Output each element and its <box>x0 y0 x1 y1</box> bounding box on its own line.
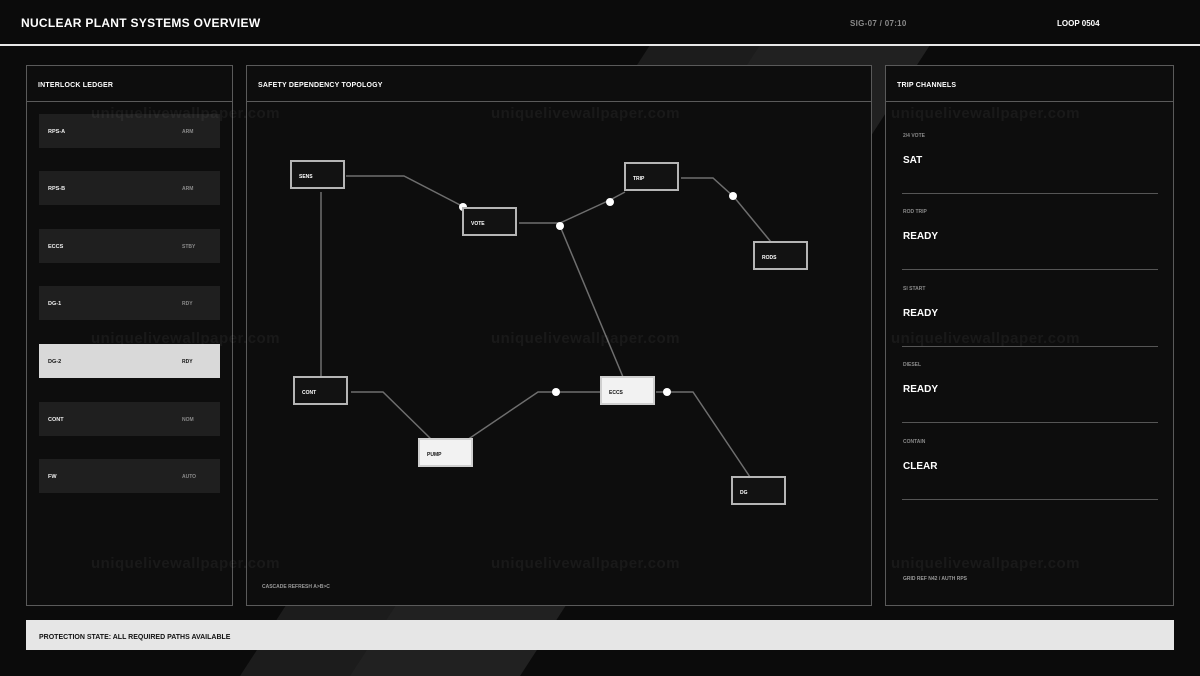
node-cont[interactable]: CONT <box>293 376 348 405</box>
ledger-row-fw[interactable]: FW AUTO <box>39 459 220 493</box>
protection-status-bar: PROTECTION STATE: ALL REQUIRED PATHS AVA… <box>26 620 1174 650</box>
channel-label: CONTAIN <box>903 439 926 445</box>
junction-dot <box>556 222 564 230</box>
panel-title: TRIP CHANNELS <box>897 82 957 89</box>
node-label: CONT <box>302 390 317 396</box>
panel-header: TRIP CHANNELS <box>886 66 1173 102</box>
channel-value: SAT <box>903 155 923 166</box>
node-label: ECCS <box>609 390 623 396</box>
link-eccs-dg <box>656 391 751 478</box>
channel-diesel: DIESEL READY <box>902 362 1158 423</box>
ledger-row-eccs[interactable]: ECCS STBY <box>39 229 220 263</box>
channel-label: SI START <box>903 286 926 292</box>
node-eccs[interactable]: ECCS <box>600 376 655 405</box>
protection-status-text: PROTECTION STATE: ALL REQUIRED PATHS AVA… <box>39 634 231 641</box>
channel-contain: CONTAIN CLEAR <box>902 439 1158 500</box>
signal-readout: SIG-07 / 07:10 <box>850 19 907 28</box>
ledger-row-cont[interactable]: CONT NOM <box>39 402 220 436</box>
cascade-footnote: CASCADE REFRESH A>B>C <box>262 584 330 590</box>
link-vote-eccs <box>559 225 624 378</box>
watermark: uniquelivewallpaper.com <box>91 105 281 122</box>
node-label: TRIP <box>633 176 645 182</box>
ledger-row-state: RDY <box>182 301 193 307</box>
channel-value: READY <box>903 384 939 395</box>
channel-rod-trip: ROD TRIP READY <box>902 209 1158 270</box>
grid-footnote: GRID REF N42 / AUTH RPS <box>903 576 967 582</box>
node-sens[interactable]: SENS <box>290 160 345 189</box>
junction-dot <box>663 388 671 396</box>
panel-title: INTERLOCK LEDGER <box>38 82 114 89</box>
node-label: VOTE <box>471 221 485 227</box>
channel-label: 2/4 VOTE <box>903 133 925 139</box>
ledger-row-state: NOM <box>182 417 194 423</box>
watermark: uniquelivewallpaper.com <box>491 330 681 347</box>
ledger-row-dg-2[interactable]: DG-2 RDY <box>39 344 220 378</box>
channel-label: DIESEL <box>903 362 922 368</box>
ledger-row-name: RPS-B <box>48 186 66 192</box>
ledger-row-name: RPS-A <box>48 129 66 135</box>
node-label: PUMP <box>427 452 442 458</box>
node-trip[interactable]: TRIP <box>624 162 679 191</box>
ledger-row-state: RDY <box>182 359 193 365</box>
panel-header: INTERLOCK LEDGER <box>27 66 232 102</box>
watermark: uniquelivewallpaper.com <box>491 105 681 122</box>
watermark: uniquelivewallpaper.com <box>891 555 1081 572</box>
ledger-row-state: ARM <box>182 129 194 135</box>
watermark: uniquelivewallpaper.com <box>91 555 281 572</box>
node-label: RODS <box>762 255 777 261</box>
ledger-row-name: FW <box>48 474 57 480</box>
ledger-row-rps-b[interactable]: RPS-B ARM <box>39 171 220 205</box>
junction-dot <box>552 388 560 396</box>
link-pump-eccs <box>466 391 601 441</box>
top-bar: NUCLEAR PLANT SYSTEMS OVERVIEW SIG-07 / … <box>0 0 1200 46</box>
channel-vote: 2/4 VOTE SAT <box>902 133 1158 194</box>
ledger-row-state: STBY <box>182 244 196 250</box>
link-trip-rods <box>681 177 772 243</box>
channel-value: READY <box>903 308 939 319</box>
watermark: uniquelivewallpaper.com <box>491 555 681 572</box>
watermark: uniquelivewallpaper.com <box>91 330 281 347</box>
channel-label: ROD TRIP <box>903 209 927 215</box>
node-pump[interactable]: PUMP <box>418 438 473 467</box>
ledger-row-name: DG-1 <box>48 301 62 307</box>
node-rods[interactable]: RODS <box>753 241 808 270</box>
ledger-row-dg-1[interactable]: DG-1 RDY <box>39 286 220 320</box>
watermark: uniquelivewallpaper.com <box>891 105 1081 122</box>
channel-value: READY <box>903 231 939 242</box>
ledger-row-name: CONT <box>48 417 64 423</box>
link-cont-pump <box>351 391 433 441</box>
node-vote[interactable]: VOTE <box>462 207 517 236</box>
channel-value: CLEAR <box>903 461 938 472</box>
loop-readout: LOOP 0504 <box>1057 19 1100 28</box>
ledger-row-name: ECCS <box>48 244 64 250</box>
node-label: DG <box>740 490 748 496</box>
watermark: uniquelivewallpaper.com <box>891 330 1081 347</box>
junction-dot <box>729 192 737 200</box>
link-vote-trip <box>519 191 626 224</box>
link-sens-vote <box>346 175 465 208</box>
junction-dot <box>606 198 614 206</box>
ledger-row-state: AUTO <box>182 474 197 480</box>
node-label: SENS <box>299 174 313 180</box>
app-title: NUCLEAR PLANT SYSTEMS OVERVIEW <box>21 16 261 30</box>
ledger-row-name: DG-2 <box>48 359 62 365</box>
node-dg[interactable]: DG <box>731 476 786 505</box>
ledger-row-state: ARM <box>182 186 194 192</box>
